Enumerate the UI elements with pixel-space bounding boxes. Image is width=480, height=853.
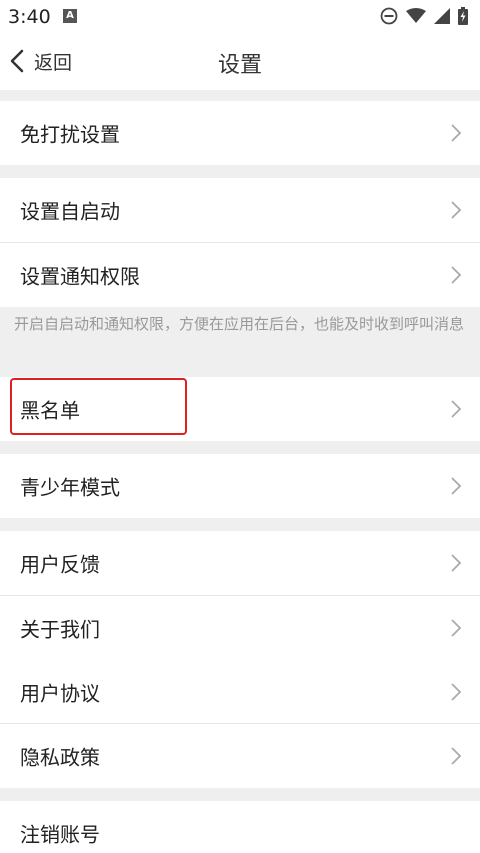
row-cancel-account[interactable]: 注销账号: [0, 801, 480, 853]
chevron-right-icon: [451, 554, 462, 572]
row-label: 设置通知权限: [20, 264, 140, 289]
permission-note: 开启自启动和通知权限，方便在应用在后台，也能及时收到呼叫消息: [14, 315, 465, 333]
chevron-right-icon: [451, 201, 462, 219]
row-label: 注销账号: [20, 822, 100, 847]
chevron-right-icon: [451, 477, 462, 495]
row-label: 用户协议: [20, 681, 100, 706]
chevron-right-icon: [451, 747, 462, 765]
row-user-agreement[interactable]: 用户协议: [0, 660, 480, 724]
nav-bar: 返回 设置: [0, 33, 480, 90]
row-label: 用户反馈: [20, 552, 100, 577]
row-dnd-settings[interactable]: 免打扰设置: [0, 101, 480, 165]
row-about[interactable]: 关于我们: [0, 596, 480, 660]
row-label: 隐私政策: [20, 745, 100, 770]
chevron-right-icon: [451, 683, 462, 701]
row-privacy[interactable]: 隐私政策: [0, 724, 480, 788]
row-label: 青少年模式: [20, 475, 120, 500]
page-title: 设置: [217, 53, 262, 78]
status-bar: 3:40 A: [0, 0, 480, 33]
row-label: 黑名单: [20, 398, 80, 423]
row-teen-mode[interactable]: 青少年模式: [0, 454, 480, 518]
chevron-right-icon: [451, 266, 462, 284]
row-notify-permission[interactable]: 设置通知权限: [0, 243, 480, 307]
chevron-right-icon: [451, 124, 462, 142]
signal-icon: [434, 8, 450, 24]
battery-icon: [458, 7, 468, 25]
wifi-icon: [406, 8, 426, 23]
row-autostart[interactable]: 设置自启动: [0, 178, 480, 242]
row-blacklist[interactable]: 黑名单: [0, 377, 480, 441]
chevron-right-icon: [451, 619, 462, 637]
row-label: 关于我们: [20, 617, 100, 642]
status-time: 3:40: [8, 6, 51, 28]
row-label: 免打扰设置: [20, 122, 120, 147]
do-not-disturb-icon: [380, 7, 398, 25]
status-icons: [380, 6, 468, 26]
row-feedback[interactable]: 用户反馈: [0, 531, 480, 595]
chevron-right-icon: [451, 400, 462, 418]
notification-icon: A: [63, 9, 77, 23]
row-label: 设置自启动: [20, 199, 120, 224]
